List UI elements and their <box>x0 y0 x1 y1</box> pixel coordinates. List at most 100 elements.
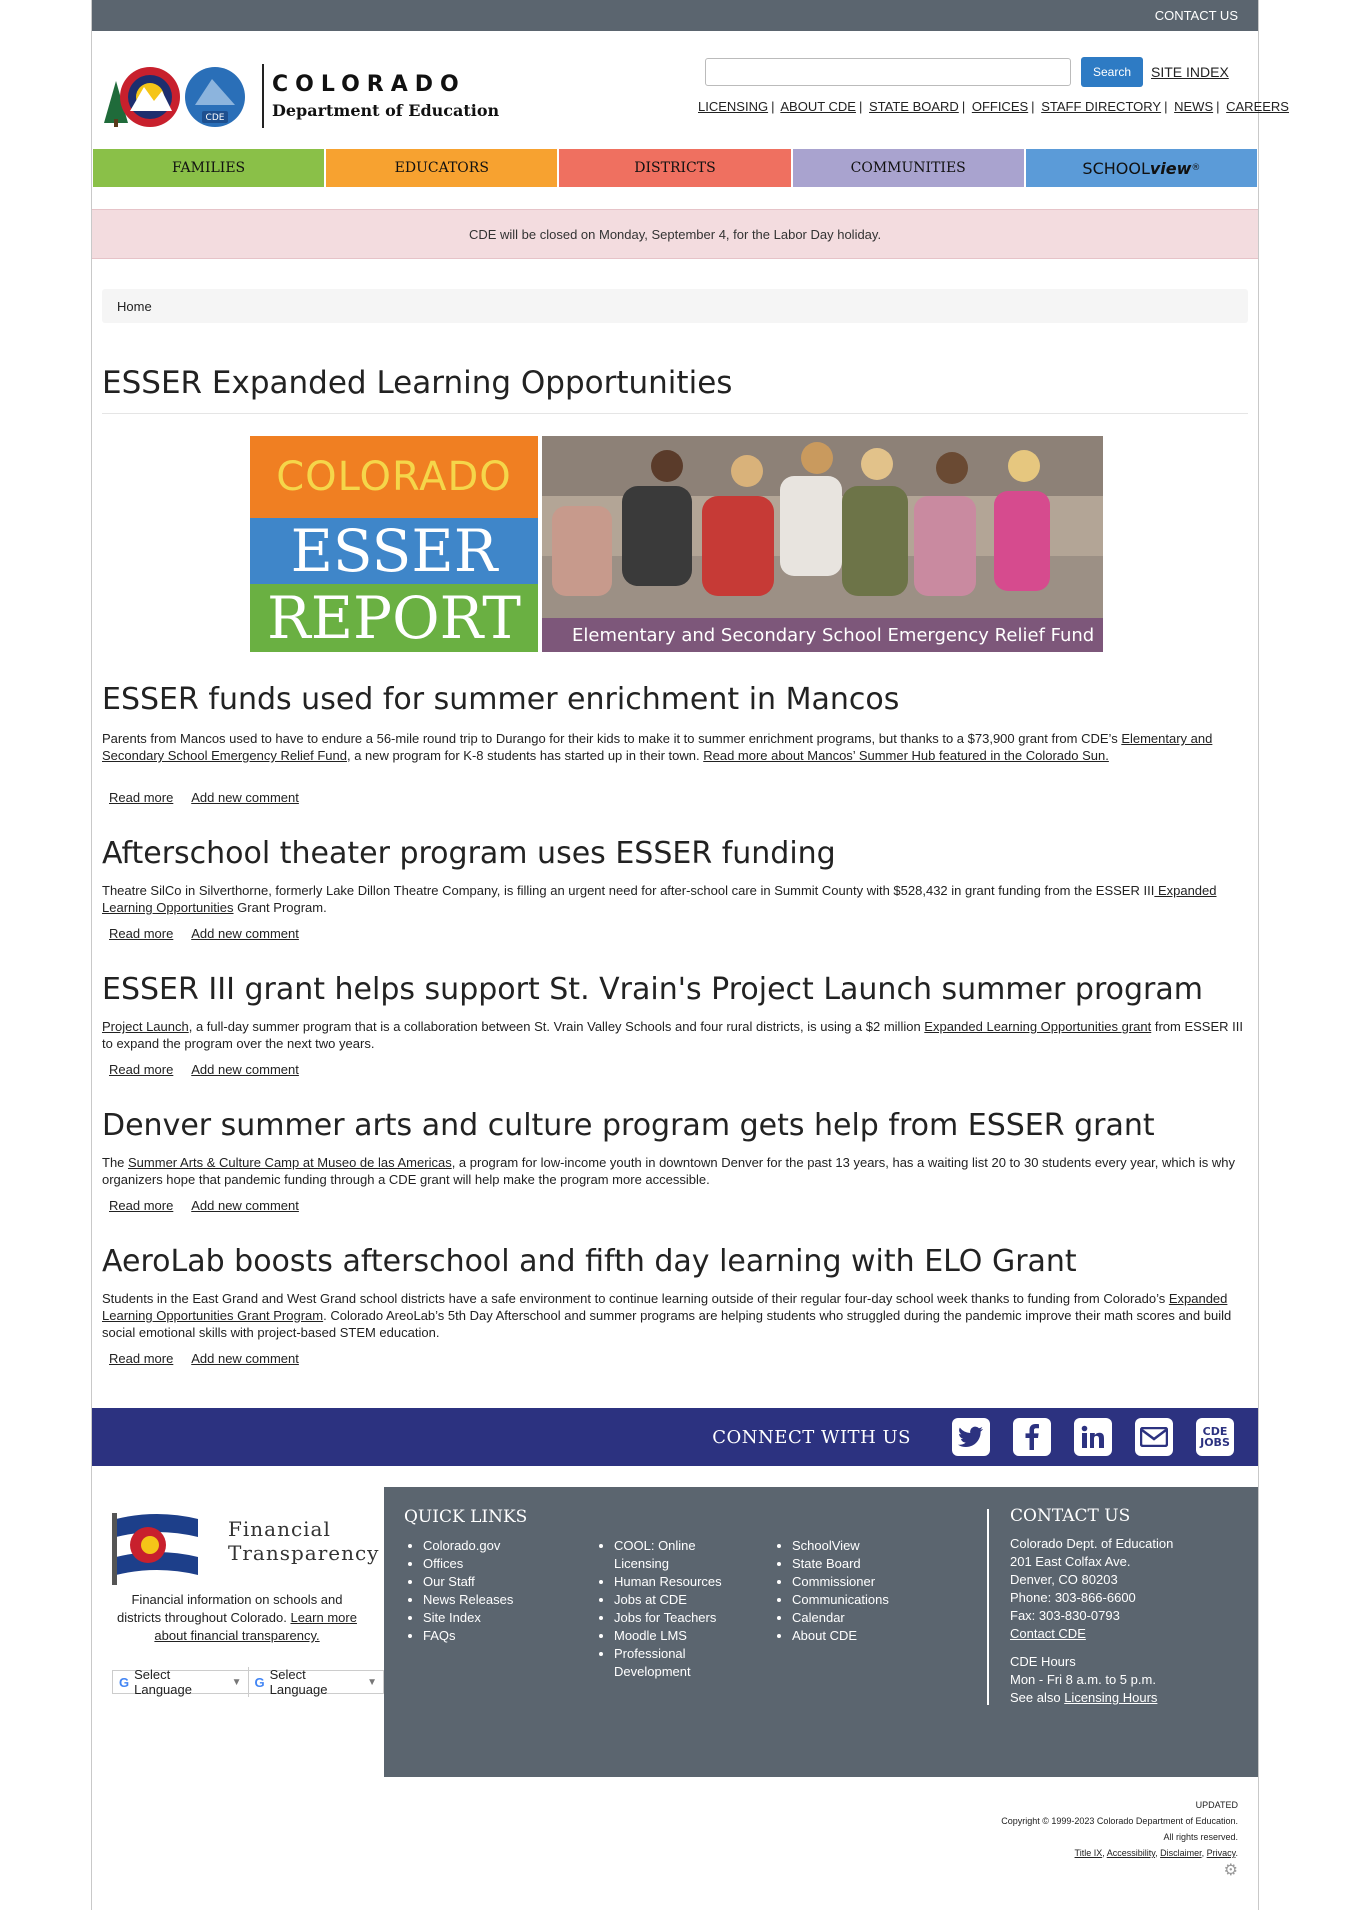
contact-title: CONTACT US <box>1010 1506 1131 1526</box>
quick-link[interactable]: Jobs for Teachers <box>614 1609 744 1627</box>
search-row: Search SITE INDEX <box>705 57 1229 87</box>
header: CDE COLORADO Department of Education Sea… <box>92 31 1289 149</box>
quick-link[interactable]: Our Staff <box>423 1573 513 1591</box>
quick-links-col-2: COOL: Online Licensing Human Resources J… <box>590 1537 744 1681</box>
quick-link[interactable]: Human Resources <box>614 1573 744 1591</box>
banner-title-block: COLORADO ESSER REPORT <box>250 436 538 652</box>
quick-link[interactable]: SchoolView <box>792 1537 889 1555</box>
read-more-link[interactable]: Read more <box>109 1351 173 1366</box>
add-comment-link[interactable]: Add new comment <box>191 926 299 941</box>
article-title[interactable]: AeroLab boosts afterschool and fifth day… <box>102 1242 1250 1282</box>
add-comment-link[interactable]: Add new comment <box>191 790 299 805</box>
page-title: ESSER Expanded Learning Opportunities <box>102 365 1248 414</box>
quick-link[interactable]: Moodle LMS <box>614 1627 744 1645</box>
header-links: LICENSING | ABOUT CDE | STATE BOARD | OFFIC… <box>698 99 1289 114</box>
gear-icon[interactable]: ⚙ <box>1001 1863 1238 1879</box>
article-item: Afterschool theater program uses ESSER f… <box>102 834 1250 941</box>
quick-link[interactable]: Communications <box>792 1591 889 1609</box>
language-select[interactable]: G Select Language ▼ <box>113 1667 249 1697</box>
nav-families[interactable]: FAMILIES <box>93 149 327 187</box>
logo-line-2: Department of Education <box>272 101 500 120</box>
article-title[interactable]: Afterschool theater program uses ESSER f… <box>102 834 1250 874</box>
legal-links: Title IX, Accessibility, Disclaimer, Pri… <box>1074 1848 1238 1858</box>
cde-jobs-icon[interactable]: CDE JOBS <box>1196 1418 1234 1456</box>
licensing-hours-link[interactable]: Licensing Hours <box>1064 1690 1157 1705</box>
header-link-careers[interactable]: CAREERS <box>1226 99 1289 114</box>
financial-transparency-title[interactable]: Financial Transparency <box>228 1517 379 1565</box>
article-link[interactable]: Read more about Mancos’ Summer Hub featu… <box>703 748 1109 763</box>
article-item: ESSER funds used for summer enrichment i… <box>102 680 1250 813</box>
article-actions: Read more Add new comment <box>102 1062 1250 1077</box>
read-more-link[interactable]: Read more <box>109 1062 173 1077</box>
disclaimer-link[interactable]: Disclaimer <box>1160 1848 1202 1858</box>
footer: Financial Transparency Financial informa… <box>92 1487 1258 1777</box>
read-more-link[interactable]: Read more <box>109 926 173 941</box>
contact-line: Fax: 303-830-0793 <box>1010 1608 1120 1623</box>
header-link-state-board[interactable]: STATE BOARD <box>869 99 959 114</box>
article-actions: Read more Add new comment <box>102 1198 1250 1213</box>
quick-link[interactable]: Jobs at CDE <box>614 1591 744 1609</box>
contact-cde-link[interactable]: Contact CDE <box>1010 1626 1086 1641</box>
article-title[interactable]: ESSER III grant helps support St. Vrain'… <box>102 970 1250 1010</box>
facebook-icon[interactable] <box>1013 1418 1051 1456</box>
header-link-offices[interactable]: OFFICES <box>972 99 1028 114</box>
quick-links-col-1: Colorado.gov Offices Our Staff News Rele… <box>399 1537 513 1645</box>
article-title[interactable]: Denver summer arts and culture program g… <box>102 1106 1250 1146</box>
quick-link[interactable]: About CDE <box>792 1627 889 1645</box>
breadcrumb-home[interactable]: Home <box>117 299 152 314</box>
read-more-link[interactable]: Read more <box>109 1198 173 1213</box>
header-link-about-cde[interactable]: ABOUT CDE <box>780 99 856 114</box>
top-bar: CONTACT US <box>92 0 1258 31</box>
quick-link[interactable]: State Board <box>792 1555 889 1573</box>
article-link[interactable]: Summer Arts & Culture Camp at Museo de l… <box>128 1155 452 1170</box>
add-comment-link[interactable]: Add new comment <box>191 1062 299 1077</box>
language-select[interactable]: G Select Language ▼ <box>249 1667 384 1697</box>
header-link-news[interactable]: NEWS <box>1174 99 1213 114</box>
article-link[interactable]: Expanded Learning Opportunities grant <box>924 1019 1151 1034</box>
quick-link[interactable]: Calendar <box>792 1609 889 1627</box>
article-actions: Read more Add new comment <box>102 790 1250 805</box>
nav-districts[interactable]: DISTRICTS <box>559 149 793 187</box>
logo-divider <box>262 64 264 128</box>
article-link[interactable]: Project Launch <box>102 1019 189 1034</box>
cde-logo[interactable]: CDE COLORADO Department of Education <box>102 61 499 131</box>
quick-link[interactable]: Colorado.gov <box>423 1537 513 1555</box>
article-item: Denver summer arts and culture program g… <box>102 1106 1250 1213</box>
quick-link[interactable]: Professional Development <box>614 1645 744 1681</box>
header-link-licensing[interactable]: LICENSING <box>698 99 768 114</box>
quick-link[interactable]: News Releases <box>423 1591 513 1609</box>
search-button[interactable]: Search <box>1081 57 1144 87</box>
article-body: Parents from Mancos used to have to endu… <box>102 731 1213 763</box>
quick-link[interactable]: Site Index <box>423 1609 513 1627</box>
copyright-line-2: All rights reserved. <box>1163 1832 1238 1842</box>
nav-communities[interactable]: COMMUNITIES <box>792 149 1026 187</box>
add-comment-link[interactable]: Add new comment <box>191 1198 299 1213</box>
twitter-icon[interactable] <box>952 1418 990 1456</box>
read-more-link[interactable]: Read more <box>109 790 173 805</box>
copyright-block: UPDATED Copyright © 1999-2023 Colorado D… <box>1001 1797 1238 1879</box>
contact-us-link[interactable]: CONTACT US <box>1155 8 1238 23</box>
privacy-link[interactable]: Privacy <box>1207 1848 1236 1858</box>
article-title[interactable]: ESSER funds used for summer enrichment i… <box>102 680 1250 720</box>
nav-educators[interactable]: EDUCATORS <box>326 149 560 187</box>
see-also: See also Licensing Hours <box>1010 1690 1158 1705</box>
quick-link[interactable]: Offices <box>423 1555 513 1573</box>
copyright-line-1: Copyright © 1999-2023 Colorado Departmen… <box>1001 1816 1238 1826</box>
search-input[interactable] <box>705 58 1071 86</box>
quick-link[interactable]: Commissioner <box>792 1573 889 1591</box>
contact-divider <box>987 1509 989 1705</box>
contact-line: 201 East Colfax Ave. <box>1010 1554 1131 1569</box>
nav-schoolview[interactable]: SCHOOL view ® <box>1025 149 1258 187</box>
linkedin-icon[interactable] <box>1074 1418 1112 1456</box>
header-link-staff-directory[interactable]: STAFF DIRECTORY <box>1041 99 1161 114</box>
quick-link[interactable]: FAQs <box>423 1627 513 1645</box>
add-comment-link[interactable]: Add new comment <box>191 1351 299 1366</box>
updated-label: UPDATED <box>1195 1800 1238 1810</box>
banner-line-1: COLORADO <box>250 436 538 518</box>
email-icon[interactable] <box>1135 1418 1173 1456</box>
site-index-link[interactable]: SITE INDEX <box>1151 64 1229 80</box>
accessibility-link[interactable]: Accessibility <box>1107 1848 1155 1858</box>
title-ix-link[interactable]: Title IX <box>1075 1848 1103 1858</box>
contact-line: Denver, CO 80203 <box>1010 1572 1118 1587</box>
quick-link[interactable]: COOL: Online Licensing <box>614 1537 744 1573</box>
